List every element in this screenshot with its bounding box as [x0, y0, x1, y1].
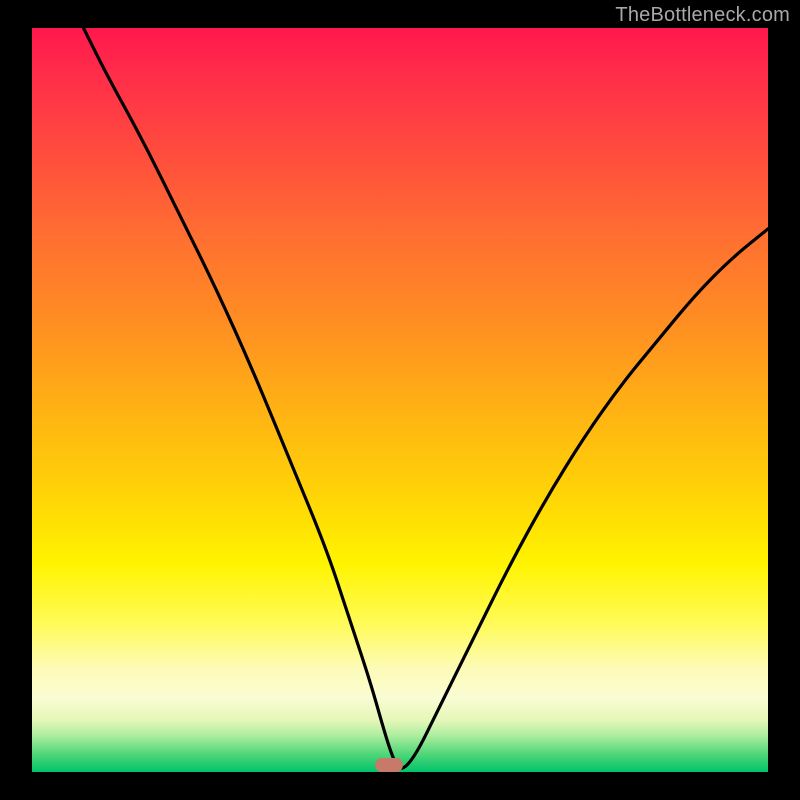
bottleneck-curve	[32, 28, 768, 772]
chart-stage: TheBottleneck.com	[0, 0, 800, 800]
curve-path	[84, 28, 769, 768]
watermark-label: TheBottleneck.com	[615, 4, 790, 27]
minimum-marker	[375, 758, 403, 772]
plot-area	[32, 28, 768, 772]
